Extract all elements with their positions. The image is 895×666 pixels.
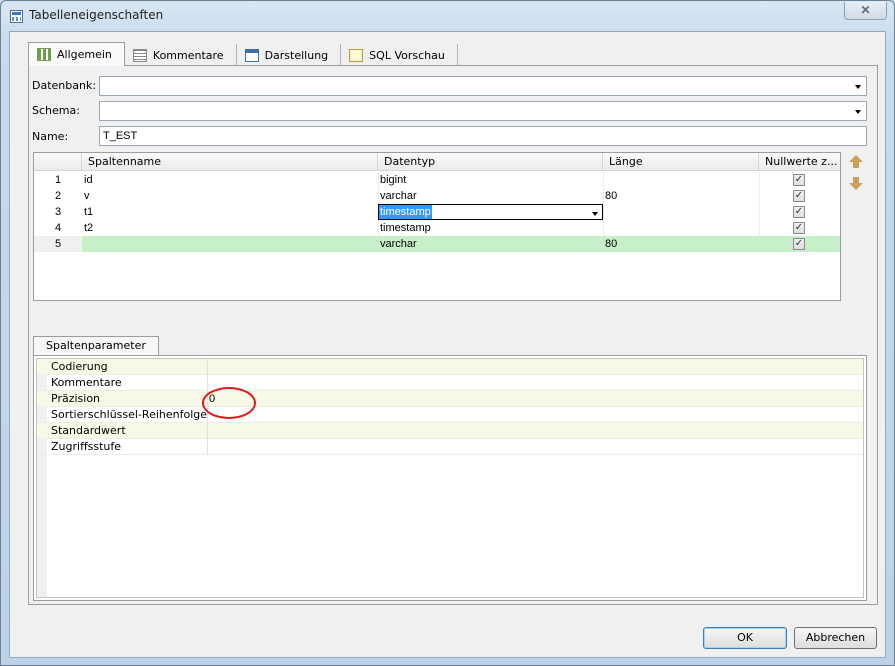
datatype-cell[interactable]: varchar [378,188,603,204]
row-number: 2 [54,190,62,202]
chevron-down-icon[interactable] [855,85,861,89]
tab-allgemein[interactable]: Allgemein [28,42,125,66]
datatype-selected-text[interactable]: timestamp [379,205,432,219]
row-number: 5 [34,236,82,252]
grid-table-icon [37,48,51,61]
header-datentyp[interactable]: Datentyp [378,153,603,171]
table-row[interactable]: 3 t1 timestamp ✓ [34,204,840,220]
move-down-arrow-icon[interactable] [849,177,863,191]
tab-spaltenparameter[interactable]: Spaltenparameter [33,336,159,355]
length-cell[interactable] [603,220,759,236]
database-combo[interactable] [99,76,867,96]
dialog-window: Tabelleneigenschaften ✕ Allgemein Kommen… [0,0,895,666]
datatype-cell[interactable]: varchar [378,236,603,252]
row-number: 4 [54,222,62,234]
tab-kommentare[interactable]: Kommentare [125,44,237,66]
chevron-down-icon[interactable] [855,110,861,114]
tab-sql-vorschau[interactable]: SQL Vorschau [341,44,458,66]
annotation-circle [202,387,256,419]
tab-label: Allgemein [57,48,112,61]
datatype-combo-editor[interactable]: timestamp [378,204,603,220]
columns-table-header: Spaltenname Datentyp Länge Nullwerte z..… [34,153,840,171]
tab-label: Darstellung [264,48,329,62]
header-laenge[interactable]: Länge [603,153,759,171]
title-bar[interactable]: Tabelleneigenschaften ✕ [1,1,894,31]
tab-darstellung[interactable]: Darstellung [237,44,342,66]
column-name-cell[interactable]: t2 [82,220,378,236]
table-row[interactable]: 1 id bigint ✓ [34,172,840,188]
param-row-praezision[interactable]: Präzision 0 [37,391,863,407]
name-label: Name: [32,130,69,143]
header-spaltenname[interactable]: Spaltenname [82,153,378,171]
chevron-down-icon[interactable] [592,212,598,216]
window-title: Tabelleneigenschaften [29,8,164,22]
param-name: Sortierschlüssel-Reihenfolge [51,408,208,421]
column-parameters-panel: Codierung Kommentare Präzision 0 Sortier… [33,355,867,601]
param-name: Standardwert [51,424,126,437]
param-name: Codierung [51,360,108,373]
name-field[interactable]: T_EST [99,126,867,146]
move-up-arrow-icon[interactable] [849,155,863,169]
document-icon [132,48,147,62]
length-cell[interactable] [603,172,759,188]
tab-label: Kommentare [152,48,224,62]
schema-combo[interactable] [99,101,867,121]
schema-label: Schema: [32,104,80,117]
tab-bar: Allgemein Kommentare Darstellung SQL Vor… [28,42,458,66]
row-number: 3 [54,206,62,218]
nullable-checkbox[interactable]: ✓ [793,222,805,234]
nullable-checkbox[interactable]: ✓ [793,174,805,186]
dialog-client-area: Allgemein Kommentare Darstellung SQL Vor… [9,31,886,658]
ok-button[interactable]: OK [703,627,787,649]
param-name: Zugriffsstufe [51,440,122,453]
param-row-sortierschluessel[interactable]: Sortierschlüssel-Reihenfolge [37,407,863,423]
tab-label: SQL Vorschau [369,48,445,62]
nullable-checkbox[interactable]: ✓ [793,190,805,202]
parameter-grid: Codierung Kommentare Präzision 0 Sortier… [36,358,864,598]
length-cell[interactable]: 80 [603,236,759,252]
column-name-cell[interactable]: v [82,188,378,204]
column-name-cell[interactable]: t1 [82,204,378,220]
datatype-cell[interactable]: bigint [378,172,603,188]
length-cell[interactable]: 80 [603,188,759,204]
close-button[interactable]: ✕ [844,2,887,20]
database-label: Datenbank: [32,79,97,92]
row-number: 1 [54,174,62,186]
nullable-checkbox[interactable]: ✓ [793,238,805,250]
general-tab-panel: Datenbank: Schema: Name: T_EST Spaltenna… [28,65,878,605]
column-name-cell[interactable] [82,236,378,252]
param-row-standardwert[interactable]: Standardwert [37,423,863,439]
param-row-kommentare[interactable]: Kommentare [37,375,863,391]
param-row-zugriffsstufe[interactable]: Zugriffsstufe [37,439,863,455]
form-icon [244,48,259,62]
table-row[interactable]: 2 v varchar 80 ✓ [34,188,840,204]
columns-table[interactable]: Spaltenname Datentyp Länge Nullwerte z..… [33,152,841,301]
length-cell[interactable] [603,204,759,220]
column-name-cell[interactable]: id [82,172,378,188]
table-row[interactable]: 4 t2 timestamp ✓ [34,220,840,236]
header-nullwerte[interactable]: Nullwerte z... [759,153,840,171]
param-name: Kommentare [51,376,122,389]
param-name: Präzision [51,392,101,405]
param-row-codierung[interactable]: Codierung [37,359,863,375]
table-row[interactable]: 5 varchar 80 ✓ [34,236,840,252]
cancel-button[interactable]: Abbrechen [794,627,877,649]
table-properties-icon [10,10,23,23]
datatype-cell[interactable]: timestamp [378,220,603,236]
nullable-checkbox[interactable]: ✓ [793,206,805,218]
sql-preview-icon [349,48,364,62]
row-number-header [34,153,82,171]
